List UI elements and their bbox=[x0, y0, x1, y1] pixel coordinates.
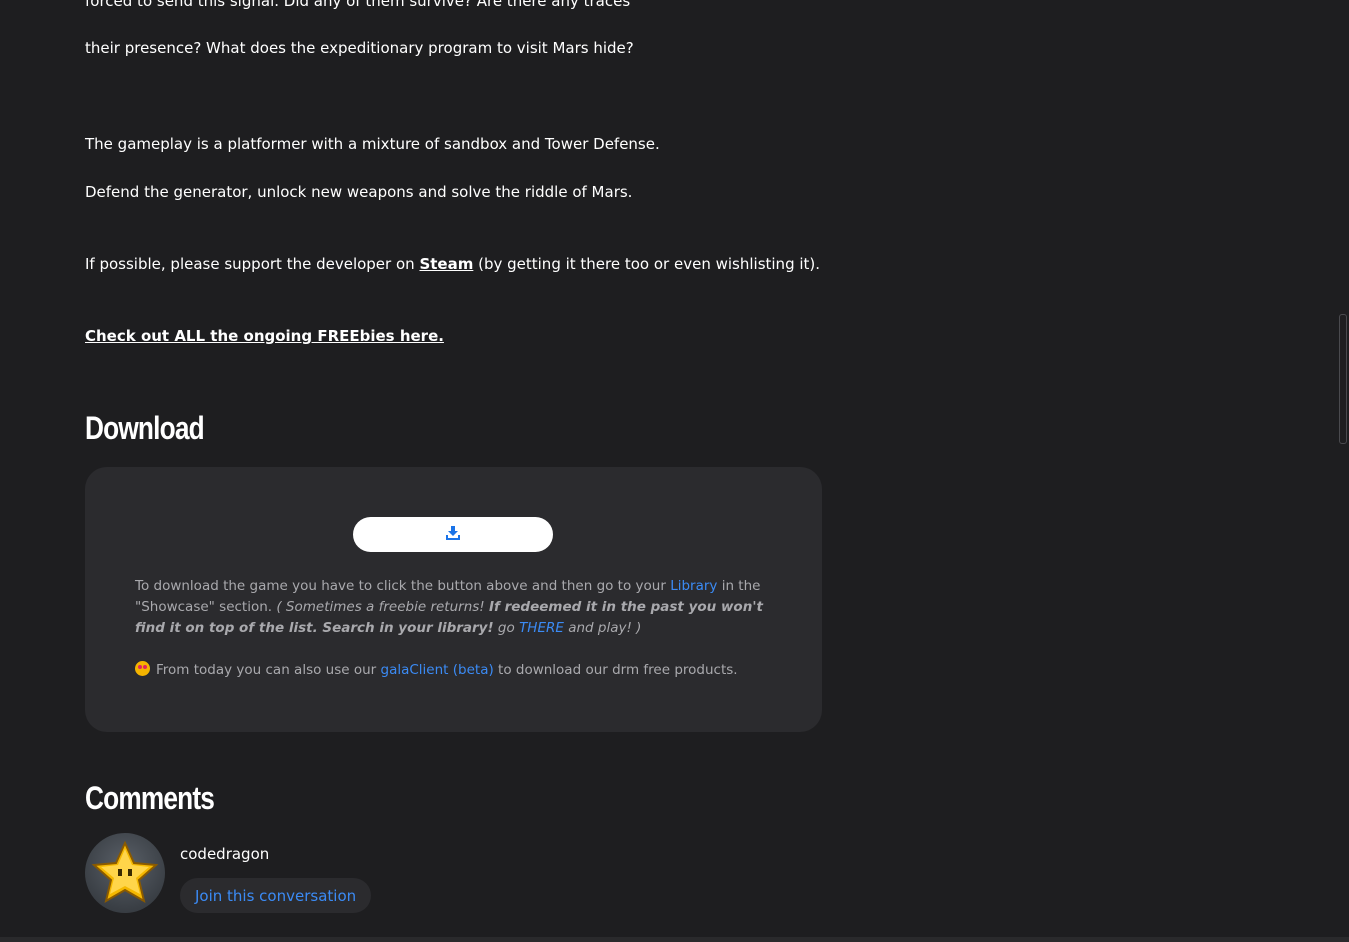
description-line: their presence? What does the expedition… bbox=[85, 39, 634, 57]
freebies-paragraph: Check out ALL the ongoing FREEbies here. bbox=[85, 326, 444, 346]
star-struck-emoji-icon bbox=[135, 661, 150, 676]
galaclient-notice: From today you can also use our galaClie… bbox=[135, 660, 775, 681]
support-paragraph: If possible, please support the develope… bbox=[85, 254, 820, 274]
support-prefix: If possible, please support the develope… bbox=[85, 255, 420, 273]
description-line: forced to send this signal. Did any of t… bbox=[85, 0, 631, 10]
scrollbar-thumb[interactable] bbox=[1339, 314, 1347, 444]
download-instructions: To download the game you have to click t… bbox=[135, 578, 763, 636]
download-icon bbox=[445, 525, 461, 544]
avatar bbox=[85, 833, 165, 913]
steam-link[interactable]: Steam bbox=[419, 255, 473, 273]
download-panel: To download the game you have to click t… bbox=[85, 467, 822, 732]
download-heading: Download bbox=[85, 410, 205, 446]
support-suffix: (by getting it there too or even wishlis… bbox=[473, 255, 821, 273]
comments-heading: Comments bbox=[85, 780, 215, 816]
freebies-link[interactable]: Check out ALL the ongoing FREEbies here. bbox=[85, 327, 444, 345]
description-line: The gameplay is a platformer with a mixt… bbox=[85, 135, 660, 153]
download-button[interactable] bbox=[353, 517, 553, 552]
star-avatar-icon bbox=[91, 840, 159, 904]
galaclient-link[interactable]: galaClient (beta) bbox=[381, 662, 494, 678]
comment-entry: codedragon Join this conversation bbox=[85, 833, 685, 913]
comment-username: codedragon bbox=[180, 845, 270, 863]
there-link[interactable]: THERE bbox=[519, 620, 564, 636]
library-link[interactable]: Library bbox=[670, 578, 717, 594]
bottom-bar bbox=[0, 937, 1349, 942]
description-line: Defend the generator, unlock new weapons… bbox=[85, 183, 633, 201]
join-conversation-button[interactable]: Join this conversation bbox=[180, 878, 372, 913]
